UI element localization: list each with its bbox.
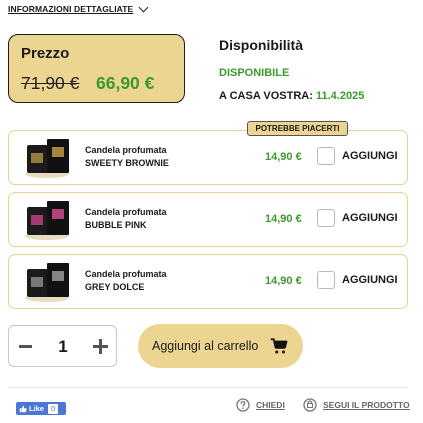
facebook-like-button[interactable]: Like 0 (16, 402, 66, 415)
delivery-label: A CASA VOSTRA: (219, 90, 313, 102)
thumbs-up-icon (19, 405, 27, 412)
product-name: GREY DOLCE (85, 282, 145, 292)
add-to-cart-label: Aggiungi al carrello (152, 339, 259, 353)
product-price: 14,90 € (265, 275, 302, 287)
candle-product-image (25, 201, 69, 240)
follow-label: SEGUI IL PRODOTTO (323, 400, 410, 410)
candle-product-image (25, 263, 69, 302)
ask-link[interactable]: CHIEDI (236, 398, 285, 412)
add-checkbox[interactable] (317, 147, 335, 165)
delivery-date: A CASA VOSTRA: 11.4.2025 (219, 90, 364, 102)
old-price: 71,90 € (21, 73, 80, 93)
follow-icon (303, 398, 317, 412)
product-category: Candela profumata (85, 207, 167, 217)
recommended-item: Candela profumata GREY DOLCE 14,90 € AGG… (8, 254, 408, 309)
add-to-cart-button[interactable]: Aggiungi al carrello (138, 324, 303, 368)
product-name: SWEETY BROWNIE (85, 158, 169, 168)
divider (8, 387, 408, 388)
availability-title: Disponibilità (219, 37, 303, 53)
add-label[interactable]: AGGIUNGI (342, 150, 398, 162)
recommended-badge: POTREBBE PIACERTI (247, 121, 348, 136)
product-price: 14,90 € (265, 151, 302, 163)
add-label[interactable]: AGGIUNGI (342, 212, 398, 224)
follow-product-link[interactable]: SEGUI IL PRODOTTO (303, 398, 410, 412)
recommended-item: Candela profumata BUBBLE PINK 14,90 € AG… (8, 192, 408, 247)
current-price: 66,90 € (96, 73, 155, 93)
add-label[interactable]: AGGIUNGI (342, 274, 398, 286)
like-label: Like (29, 404, 45, 413)
ask-label: CHIEDI (256, 400, 285, 410)
product-price: 14,90 € (265, 213, 302, 225)
quantity-value[interactable]: 1 (49, 337, 77, 357)
chevron-down-icon (138, 2, 149, 12)
like-count: 0 (48, 403, 59, 414)
detailed-info-toggle[interactable]: INFORMAZIONI DETTAGLIATE (8, 2, 149, 14)
question-icon (236, 398, 250, 412)
product-name: BUBBLE PINK (85, 220, 147, 230)
product-category: Candela profumata (85, 145, 167, 155)
quantity-stepper: 1 (8, 325, 117, 367)
candle-product-image (25, 139, 69, 178)
cart-icon (270, 338, 288, 354)
availability-status: DISPONIBILE (219, 67, 290, 79)
product-category: Candela profumata (85, 269, 167, 279)
add-checkbox[interactable] (317, 209, 335, 227)
minus-icon[interactable] (19, 345, 32, 348)
plus-icon[interactable] (93, 339, 108, 354)
price-box: Prezzo 71,90 € 66,90 € (8, 34, 185, 103)
delivery-date-value: 11.4.2025 (315, 90, 365, 102)
price-label: Prezzo (21, 45, 70, 62)
add-checkbox[interactable] (317, 271, 335, 289)
detailed-info-label: INFORMAZIONI DETTAGLIATE (8, 4, 134, 14)
recommended-item: Candela profumata SWEETY BROWNIE 14,90 €… (8, 130, 408, 185)
